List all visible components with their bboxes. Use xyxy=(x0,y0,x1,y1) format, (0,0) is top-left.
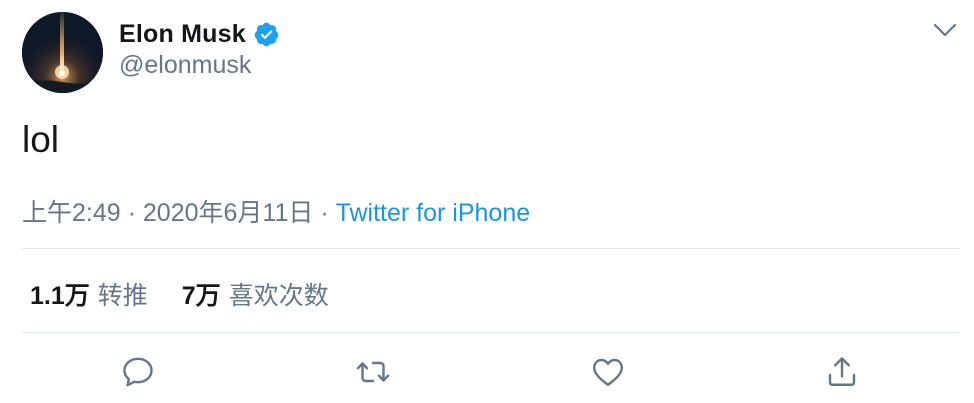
speech-bubble-icon xyxy=(123,357,153,387)
tweet-source-link[interactable]: Twitter for iPhone xyxy=(336,199,531,227)
meta-separator: · xyxy=(313,199,336,227)
tweet-text: lol xyxy=(22,119,60,160)
retweet-count: 1.1万 xyxy=(30,282,90,310)
tweet-meta: 上午2:49 · 2020年6月11日 · Twitter for iPhone xyxy=(22,193,530,229)
author-name-row: Elon Musk xyxy=(119,17,280,51)
heart-icon xyxy=(593,358,623,386)
like-button[interactable] xyxy=(590,354,626,390)
retweet-button[interactable] xyxy=(355,354,391,390)
retweet-label: 转推 xyxy=(97,282,148,310)
retweet-count-stat[interactable]: 1.1万 转推 xyxy=(30,276,148,312)
chevron-down-icon[interactable] xyxy=(932,20,958,40)
author-display-name[interactable]: Elon Musk xyxy=(119,20,246,49)
share-upload-icon xyxy=(828,357,856,386)
meta-separator: · xyxy=(120,199,143,227)
share-button[interactable] xyxy=(824,354,860,390)
like-count: 7万 xyxy=(181,282,221,310)
like-label: 喜欢次数 xyxy=(228,282,329,310)
like-count-stat[interactable]: 7万 喜欢次数 xyxy=(182,276,329,312)
author-handle[interactable]: @elonmusk xyxy=(119,51,251,80)
reply-button[interactable] xyxy=(120,354,156,390)
tweet-date[interactable]: 2020年6月11日 xyxy=(143,199,313,227)
rocket-launch-avatar xyxy=(22,12,103,93)
divider xyxy=(22,332,959,333)
tweet-stats: 1.1万 转推 7万 喜欢次数 xyxy=(30,276,329,312)
tweet-time[interactable]: 上午2:49 xyxy=(22,199,121,227)
retweet-arrows-icon xyxy=(356,361,390,383)
verified-badge-icon xyxy=(253,21,280,48)
avatar[interactable] xyxy=(22,12,103,93)
divider xyxy=(22,248,959,249)
